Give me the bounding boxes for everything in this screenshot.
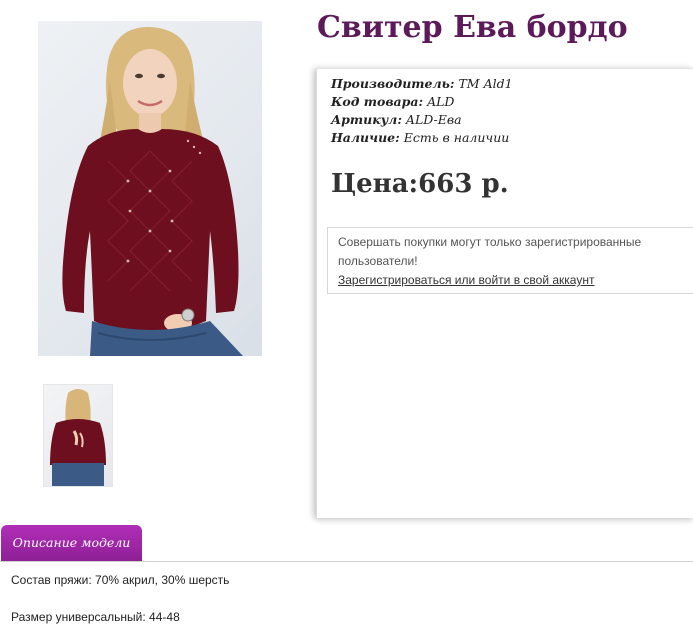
attribute-key: Наличие:	[331, 130, 400, 145]
tab-model-description[interactable]: Описание модели	[1, 525, 142, 561]
product-info-panel: Производитель: ТМ Ald1 Код товара: ALD А…	[316, 68, 693, 518]
register-login-link[interactable]: Зарегистрироваться или войти в свой акка…	[338, 273, 594, 287]
attribute-value: ТМ Ald1	[458, 76, 513, 91]
attribute-value: Есть в наличии	[403, 130, 510, 145]
attribute-value: ALD	[427, 94, 455, 109]
login-notice-text: Совершать покупки могут только зарегистр…	[338, 235, 642, 268]
product-price: Цена:663 р.	[331, 169, 509, 199]
product-photo-front	[62, 26, 243, 356]
product-page: Свитер Ева бордо Производитель: ТМ Ald1 …	[0, 0, 693, 643]
main-product-image[interactable]	[38, 21, 262, 356]
description-line: Размер универсальный: 44-48	[11, 610, 180, 624]
attribute-key: Код товара:	[331, 94, 424, 109]
tab-divider	[0, 561, 693, 562]
product-attributes: Производитель: ТМ Ald1 Код товара: ALD А…	[331, 75, 513, 147]
attribute-value: ALD-Ева	[405, 112, 462, 127]
thumbnail-image[interactable]	[43, 384, 113, 487]
description-line: Состав пряжи: 70% акрил, 30% шерсть	[11, 573, 230, 587]
product-photo-back	[50, 389, 106, 486]
attribute-key: Артикул:	[331, 112, 402, 127]
attribute-manufacturer: Производитель: ТМ Ald1	[331, 75, 513, 93]
model-description: Состав пряжи: 70% акрил, 30% шерсть Разм…	[11, 572, 229, 625]
attribute-availability: Наличие: Есть в наличии	[331, 129, 513, 147]
login-notice: Совершать покупки могут только зарегистр…	[327, 227, 693, 294]
attribute-key: Производитель:	[331, 76, 455, 91]
attribute-product-code: Код товара: ALD	[331, 93, 513, 111]
attribute-sku: Артикул: ALD-Ева	[331, 111, 513, 129]
product-title: Свитер Ева бордо	[317, 10, 628, 45]
